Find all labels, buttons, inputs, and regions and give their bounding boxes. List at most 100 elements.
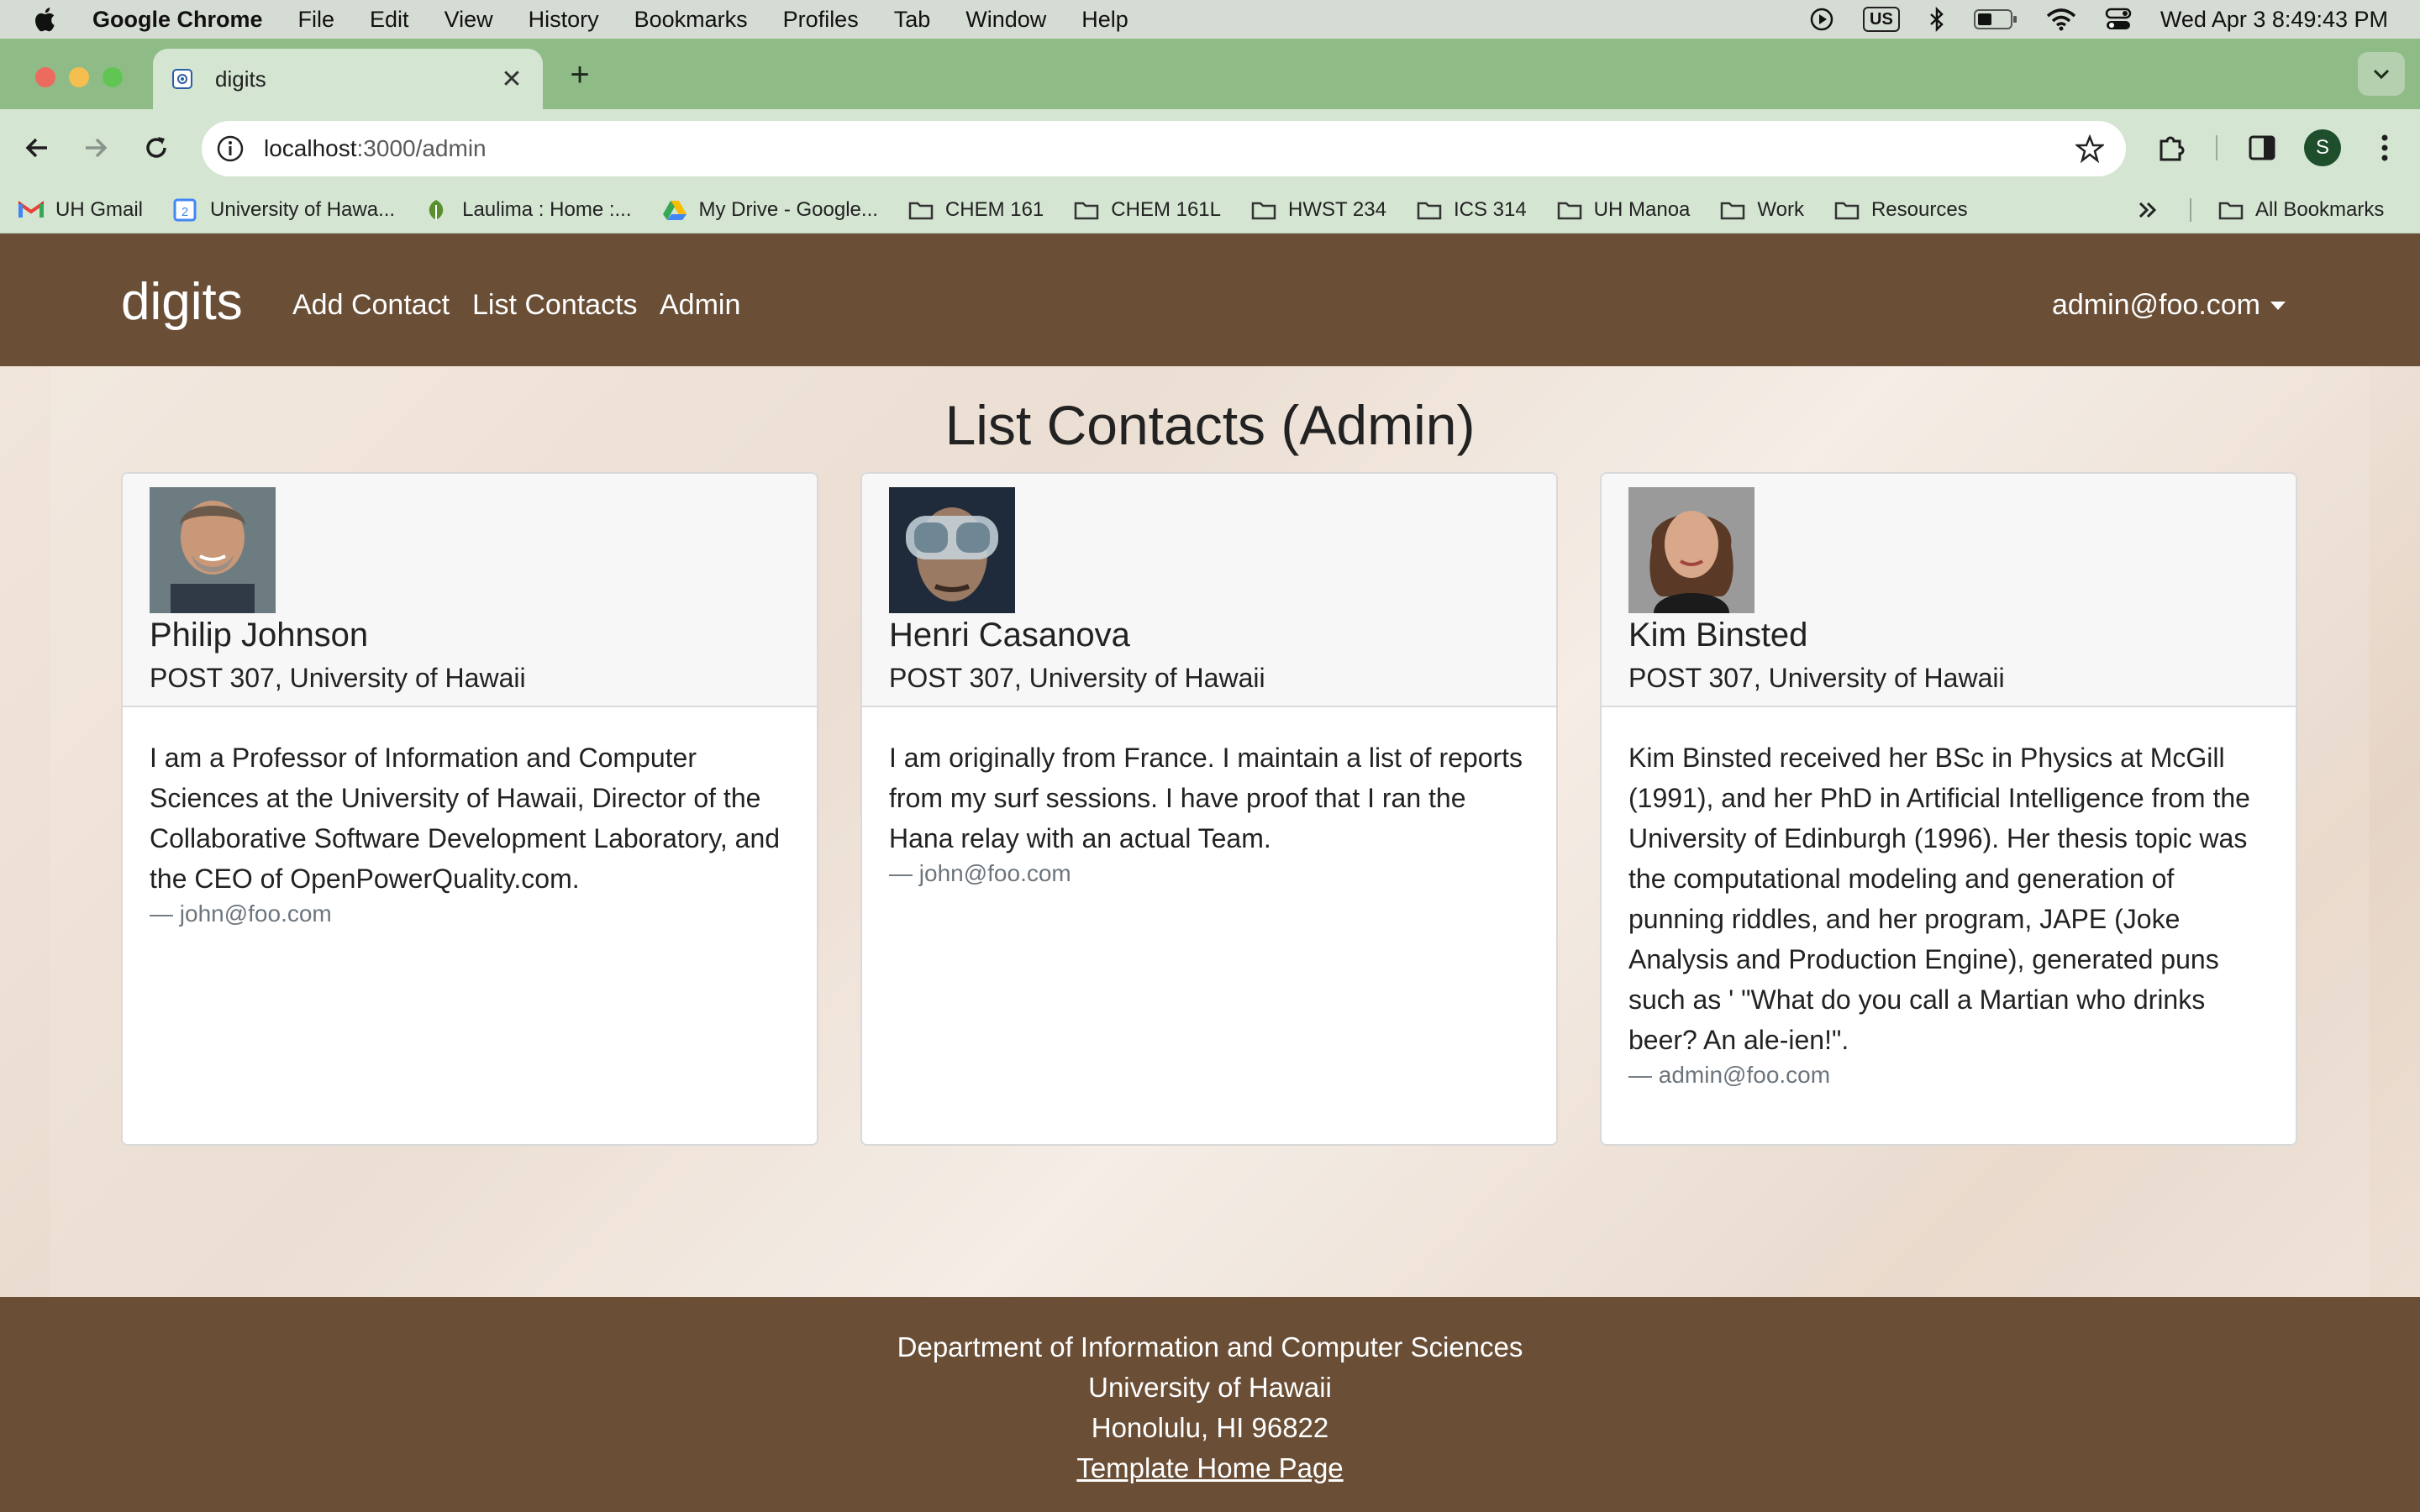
bookmark-label: CHEM 161L — [1111, 197, 1222, 221]
folder-icon — [1074, 199, 1099, 221]
svg-text:2: 2 — [182, 205, 188, 219]
menu-profiles[interactable]: Profiles — [783, 7, 859, 33]
footer-address: Honolulu, HI 96822 — [1091, 1412, 1329, 1443]
caret-down-icon — [2270, 301, 2286, 310]
back-button[interactable] — [17, 128, 57, 168]
url-path: :3000/admin — [356, 135, 487, 161]
bookmark-folder-ics-314[interactable]: ICS 314 — [1417, 198, 1527, 222]
bookmarks-overflow-button[interactable] — [2138, 186, 2158, 234]
user-email: admin@foo.com — [2051, 289, 2260, 321]
menu-view[interactable]: View — [445, 7, 493, 33]
address-bar[interactable]: localhost:3000/admin — [202, 121, 2126, 176]
tab-close-icon[interactable]: ✕ — [499, 65, 524, 94]
contact-description: I am a Professor of Information and Comp… — [150, 743, 781, 894]
chevron-down-icon — [2373, 69, 2390, 80]
bookmark-uh-gmail[interactable]: UH Gmail — [18, 198, 143, 222]
contact-name: Philip Johnson — [150, 617, 369, 654]
bookmark-folder-uh-manoa[interactable]: UH Manoa — [1557, 197, 1691, 222]
nav-admin[interactable]: Admin — [660, 289, 740, 322]
calendar-icon: 2 — [173, 198, 198, 221]
bluetooth-icon[interactable] — [1928, 7, 1945, 32]
zoom-window-button[interactable] — [103, 67, 123, 87]
new-tab-button[interactable]: + — [563, 55, 597, 94]
toolbar-divider — [2215, 128, 2218, 168]
bookmark-label: Laulima : Home :... — [462, 197, 632, 221]
contact-card: Philip Johnson POST 307, University of H… — [121, 472, 818, 1146]
card-body: I am a Professor of Information and Comp… — [123, 707, 817, 958]
menu-bookmarks[interactable]: Bookmarks — [634, 7, 748, 33]
card-header: Philip Johnson POST 307, University of H… — [123, 474, 817, 707]
card-header: Kim Binsted POST 307, University of Hawa… — [1602, 474, 2296, 707]
bookmark-university-of-hawaii[interactable]: 2 University of Hawa... — [173, 198, 395, 222]
bookmark-label: ICS 314 — [1453, 197, 1527, 221]
contact-address: POST 307, University of Hawaii — [150, 663, 526, 693]
footer-department: Department of Information and Computer S… — [897, 1331, 1523, 1362]
nav-list-contacts[interactable]: List Contacts — [472, 289, 638, 322]
bookmark-label: University of Hawa... — [210, 197, 396, 221]
app-navbar: digits Add Contact List Contacts Admin a… — [0, 234, 2420, 366]
browser-tab-active[interactable]: digits ✕ — [153, 49, 543, 109]
play-circle-icon[interactable] — [1809, 7, 1834, 32]
contact-photo — [150, 487, 276, 613]
contact-description: Kim Binsted received her BSc in Physics … — [1628, 743, 2250, 1055]
control-center-icon[interactable] — [2105, 7, 2132, 32]
bookmark-folder-resources[interactable]: Resources — [1834, 198, 1968, 222]
menu-history[interactable]: History — [529, 7, 599, 33]
contact-address: POST 307, University of Hawaii — [889, 663, 1265, 693]
contact-card: Kim Binsted POST 307, University of Hawa… — [1600, 472, 2297, 1146]
profile-button[interactable]: S — [2302, 128, 2343, 168]
bookmark-laulima[interactable]: Laulima : Home :... — [425, 197, 632, 222]
reload-button[interactable] — [136, 128, 176, 168]
apple-icon[interactable] — [32, 5, 60, 34]
all-bookmarks-button[interactable]: All Bookmarks — [2218, 186, 2384, 234]
contact-photo — [889, 487, 1015, 613]
template-home-link[interactable]: Template Home Page — [0, 1448, 2420, 1488]
menu-edit[interactable]: Edit — [370, 7, 409, 33]
tab-title: digits — [215, 66, 266, 92]
bookmark-my-drive[interactable]: My Drive - Google... — [662, 198, 878, 222]
bookmark-label: Work — [1757, 197, 1804, 221]
web-page: digits Add Contact List Contacts Admin a… — [0, 234, 2420, 1512]
side-panel-button[interactable] — [2242, 128, 2282, 168]
menu-file[interactable]: File — [298, 7, 335, 33]
menu-tab[interactable]: Tab — [894, 7, 931, 33]
forward-button[interactable] — [76, 128, 116, 168]
contact-owner: — admin@foo.com — [1628, 1062, 1831, 1088]
bookmark-folder-hwst-234[interactable]: HWST 234 — [1251, 198, 1386, 222]
folder-icon — [1834, 199, 1860, 221]
menubar-clock[interactable]: Wed Apr 3 8:49:43 PM — [2160, 7, 2388, 33]
user-dropdown[interactable]: admin@foo.com — [2052, 289, 2286, 322]
puzzle-piece-icon — [2160, 136, 2185, 161]
bookmark-label: CHEM 161 — [944, 197, 1044, 221]
card-header: Henri Casanova POST 307, University of H… — [862, 474, 1556, 707]
bookmark-label: UH Manoa — [1593, 197, 1691, 221]
bookmark-star-icon[interactable] — [2075, 134, 2104, 163]
keyboard-input-indicator[interactable]: US — [1863, 7, 1900, 32]
bookmark-folder-chem-161l[interactable]: CHEM 161L — [1074, 198, 1221, 222]
gmail-icon — [18, 199, 44, 221]
battery-icon[interactable] — [1973, 7, 2018, 32]
menu-app-name[interactable]: Google Chrome — [92, 7, 263, 33]
leaf-icon — [425, 199, 450, 221]
extensions-button[interactable] — [2151, 128, 2191, 168]
contact-photo — [1628, 487, 1754, 613]
brand-logo[interactable]: digits — [121, 272, 243, 332]
minimize-window-button[interactable] — [69, 67, 89, 87]
chrome-menu-button[interactable] — [2365, 128, 2405, 168]
url-text[interactable]: localhost:3000/admin — [264, 135, 487, 162]
menu-window[interactable]: Window — [965, 7, 1046, 33]
close-window-button[interactable] — [35, 67, 55, 87]
bookmark-folder-work[interactable]: Work — [1720, 198, 1804, 222]
folder-icon — [1720, 199, 1745, 221]
site-info-icon[interactable] — [215, 134, 245, 164]
bookmark-folder-chem-161[interactable]: CHEM 161 — [908, 198, 1044, 222]
menu-help[interactable]: Help — [1081, 7, 1128, 33]
kebab-menu-icon — [2381, 134, 2388, 161]
wifi-icon[interactable] — [2046, 7, 2076, 32]
bookmark-label: My Drive - Google... — [698, 197, 878, 221]
card-body: Kim Binsted received her BSc in Physics … — [1602, 707, 2296, 1119]
nav-add-contact[interactable]: Add Contact — [292, 289, 450, 322]
menubar-status-area: US Wed Apr 3 8:49:43 PM — [1809, 0, 2388, 39]
footer-university: University of Hawaii — [1088, 1372, 1332, 1403]
tab-search-button[interactable] — [2358, 52, 2405, 96]
